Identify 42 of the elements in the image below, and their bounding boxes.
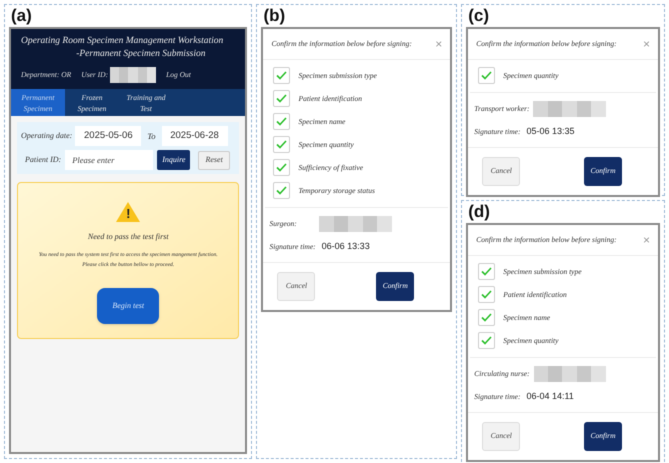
- check-icon: [481, 336, 492, 345]
- check-icon: [276, 94, 288, 103]
- checkbox[interactable]: [273, 182, 290, 199]
- checkbox[interactable]: [478, 263, 496, 280]
- reset-button[interactable]: Reset: [198, 150, 230, 170]
- checkbox[interactable]: [478, 67, 496, 84]
- check-icon: [276, 71, 288, 80]
- checkbox[interactable]: [273, 90, 290, 107]
- date-field[interactable]: 2025-06-28: [162, 126, 228, 146]
- checkbox[interactable]: [273, 159, 290, 176]
- panel-label: (a): [10, 5, 33, 27]
- notice-title: Need to pass the test first: [88, 231, 169, 243]
- check-icon: [276, 186, 288, 195]
- header-subtitle: -Permanent Specimen Submission: [76, 48, 206, 61]
- checkbox[interactable]: [273, 67, 290, 84]
- to-label: To: [146, 130, 157, 142]
- check-icon: [481, 267, 492, 276]
- check-icon: [276, 140, 288, 149]
- patient-id-field[interactable]: Please enter: [65, 150, 154, 170]
- panel-label: (c): [467, 5, 490, 27]
- signature-time: 06-06 13:33: [322, 240, 370, 253]
- check-icon: [276, 163, 288, 172]
- checkbox[interactable]: [478, 286, 496, 303]
- signature-time: 05-06 13:35: [526, 125, 574, 138]
- check-icon: [481, 290, 492, 299]
- check-icon: [481, 71, 492, 80]
- panel-label: (d): [467, 201, 491, 223]
- check-icon: [481, 313, 492, 322]
- checkbox[interactable]: [478, 332, 496, 349]
- header-title: Operating Room Specimen Management Workstation: [21, 35, 224, 48]
- checkbox[interactable]: [273, 136, 290, 153]
- check-icon: [276, 117, 288, 126]
- signature-time: 06-04 14:11: [526, 390, 574, 403]
- panel-label: (b): [262, 5, 286, 27]
- checkbox[interactable]: [478, 309, 496, 326]
- date-field[interactable]: 2025-05-06: [75, 126, 142, 146]
- begin-test-button[interactable]: Begin test: [97, 288, 160, 324]
- warning-icon: !: [115, 201, 142, 223]
- date-label: Operating date:: [21, 130, 72, 142]
- patient-id-label: Patient ID:: [25, 154, 62, 166]
- inquire-button[interactable]: Inquire: [157, 150, 190, 170]
- checkbox[interactable]: [273, 113, 290, 130]
